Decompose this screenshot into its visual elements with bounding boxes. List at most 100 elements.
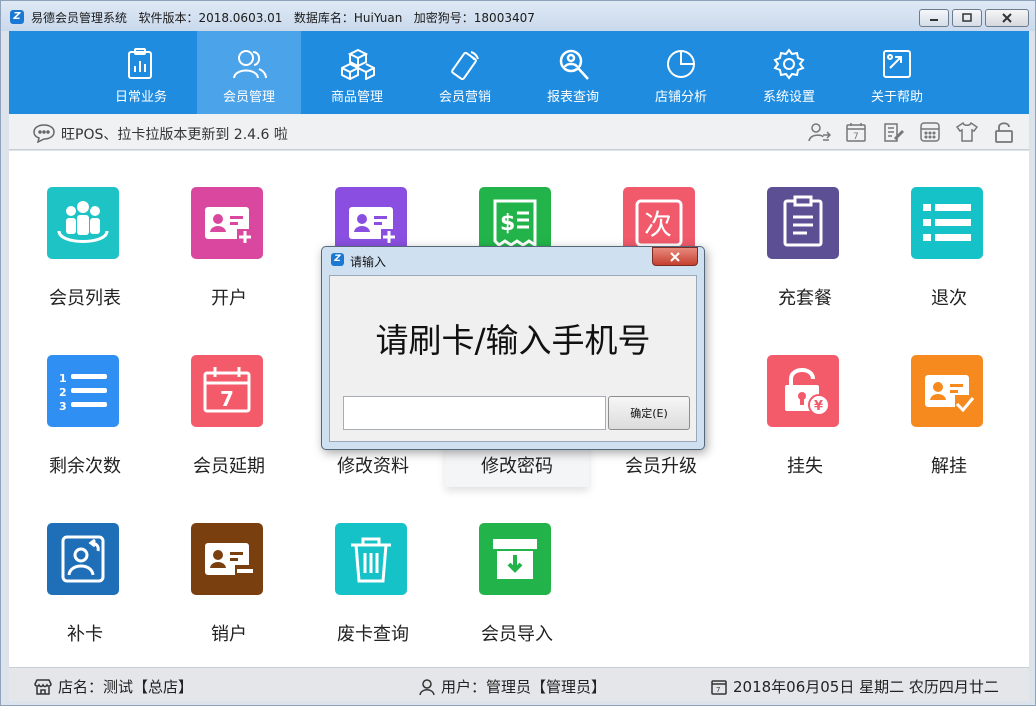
id-card-check-icon	[911, 355, 983, 427]
tile-recharge-package[interactable]: 充套餐	[733, 151, 877, 319]
close-icon	[670, 251, 680, 262]
nav-member-management[interactable]: 会员管理	[197, 31, 301, 114]
id-card-minus-icon	[191, 523, 263, 595]
calculator-icon	[920, 122, 940, 142]
nav-label: 日常业务	[114, 90, 167, 105]
nav-daily-business[interactable]: 日常业务	[89, 31, 193, 114]
nav-system-settings[interactable]: 系统设置	[737, 31, 841, 114]
tile-report-loss[interactable]: ¥ 挂失	[733, 319, 877, 487]
window-title: 易德会员管理系统 软件版本：2018.0603.01 数据库名：HuiYuan …	[31, 11, 535, 25]
main-window: Z 易德会员管理系统 软件版本：2018.0603.01 数据库名：HuiYua…	[0, 0, 1036, 706]
lock-tool-button[interactable]	[991, 120, 1017, 144]
tile-refund-times[interactable]: 退次	[877, 151, 1021, 319]
members-group-icon	[47, 187, 119, 259]
window-controls	[919, 9, 1029, 27]
calendar-icon: 7	[846, 123, 866, 142]
tile-label: 修改资料	[337, 456, 409, 477]
current-date: 2018年06月05日 星期二 农历四月廿二	[733, 678, 999, 696]
svg-text:7: 7	[716, 686, 720, 694]
confirm-button[interactable]: 确定(E)	[608, 396, 690, 430]
close-button[interactable]	[985, 9, 1029, 27]
status-bar: 店名：测试【总店】 用户：管理员【管理员】 7 2018年06月05日 星期二 …	[9, 667, 1029, 701]
user-name: 用户：管理员【管理员】	[441, 678, 607, 696]
tile-close-account[interactable]: 销户	[157, 487, 301, 655]
minimize-button[interactable]	[919, 9, 949, 27]
shirt-tool-button[interactable]	[954, 120, 980, 144]
card-phone-input[interactable]	[343, 396, 606, 430]
store-name: 店名：测试【总店】	[58, 678, 194, 696]
tile-unlock-loss[interactable]: 解挂	[877, 319, 1021, 487]
calculator-tool-button[interactable]	[917, 120, 943, 144]
tile-member-import[interactable]: 会员导入	[445, 487, 589, 655]
user-info: 用户：管理员【管理员】	[418, 676, 606, 697]
update-notice[interactable]: 旺POS、拉卡拉版本更新到 2.4.6 啦	[61, 124, 288, 144]
title-bar: Z 易德会员管理系统 软件版本：2018.0603.01 数据库名：HuiYua…	[1, 1, 1035, 31]
import-box-icon	[479, 523, 551, 595]
dialog-title: 请输入	[350, 255, 387, 269]
nav-label: 系统设置	[762, 90, 815, 105]
tile-open-account[interactable]: 开户	[157, 151, 301, 319]
maximize-icon	[962, 13, 972, 22]
nav-member-marketing[interactable]: 会员营销	[413, 31, 517, 114]
numbered-list-icon: 123	[47, 355, 119, 427]
tile-label: 解挂	[931, 456, 967, 477]
tile-label: 修改密码	[481, 456, 553, 477]
nav-store-analysis[interactable]: 店铺分析	[629, 31, 733, 114]
tile-reissue-card[interactable]: 补卡	[13, 487, 157, 655]
clipboard-icon	[767, 187, 839, 259]
lock-yen-icon: ¥	[767, 355, 839, 427]
tile-label: 退次	[931, 288, 967, 309]
dialog-body: 请刷卡/输入手机号 确定(E)	[329, 275, 697, 442]
svg-text:¥: ¥	[814, 399, 823, 414]
user-icon	[419, 678, 435, 695]
lock-icon	[995, 122, 1013, 143]
gear-icon	[773, 48, 805, 80]
help-chat-icon	[883, 50, 911, 78]
tile-label: 补卡	[67, 624, 103, 645]
nav-label: 商品管理	[330, 90, 383, 105]
quick-toolbar: 7	[806, 120, 1017, 144]
tile-label: 充套餐	[778, 288, 832, 309]
list-icon	[911, 187, 983, 259]
tile-label: 会员升级	[625, 456, 697, 477]
nav-product-management[interactable]: 商品管理	[305, 31, 409, 114]
calendar-tool-button[interactable]: 7	[843, 120, 869, 144]
tile-remaining-times[interactable]: 123 剩余次数	[13, 319, 157, 487]
nav-report-query[interactable]: 报表查询	[521, 31, 625, 114]
tile-member-extend[interactable]: 7 会员延期	[157, 319, 301, 487]
main-nav: 日常业务 会员管理 商品管理 会员营销 报表查询 店铺分析 系统设置 关于帮助	[9, 31, 1029, 114]
maximize-button[interactable]	[952, 9, 982, 27]
user-swap-icon	[808, 123, 831, 142]
dialog-close-button[interactable]	[652, 247, 698, 266]
member-switch-button[interactable]	[806, 120, 832, 144]
boxes-icon	[341, 48, 375, 80]
tile-label: 会员延期	[193, 456, 265, 477]
users-icon	[233, 50, 267, 79]
dialog-prompt: 请刷卡/输入手机号	[375, 321, 651, 360]
tile-label: 废卡查询	[337, 624, 409, 645]
svg-text:次: 次	[644, 208, 672, 241]
dialog-title-bar: Z 请输入	[322, 247, 704, 272]
tshirt-icon	[955, 121, 979, 142]
nav-about-help[interactable]: 关于帮助	[845, 31, 949, 114]
store-info: 店名：测试【总店】	[33, 676, 193, 697]
notice-bar: 旺POS、拉卡拉版本更新到 2.4.6 啦 7	[9, 114, 1029, 150]
notes-tool-button[interactable]	[880, 120, 906, 144]
nav-label: 会员营销	[438, 90, 491, 105]
chat-bubble-icon	[33, 124, 55, 143]
reissue-card-icon	[47, 523, 119, 595]
nav-label: 关于帮助	[870, 90, 923, 105]
clipboard-chart-icon	[128, 48, 152, 79]
tile-label: 开户	[211, 288, 247, 309]
svg-text:$: $	[500, 211, 515, 236]
store-icon	[34, 678, 52, 695]
date-info: 7 2018年06月05日 星期二 农历四月廿二	[710, 676, 999, 697]
close-icon	[1002, 13, 1012, 23]
nav-label: 店铺分析	[654, 90, 707, 105]
svg-text:2: 2	[59, 386, 67, 399]
search-person-icon	[559, 49, 589, 80]
tile-member-list[interactable]: 会员列表	[13, 151, 157, 319]
card-input-dialog: Z 请输入 请刷卡/输入手机号 确定(E)	[321, 246, 705, 450]
tile-void-card-query[interactable]: 废卡查询	[301, 487, 445, 655]
app-logo-icon: Z	[10, 10, 24, 24]
